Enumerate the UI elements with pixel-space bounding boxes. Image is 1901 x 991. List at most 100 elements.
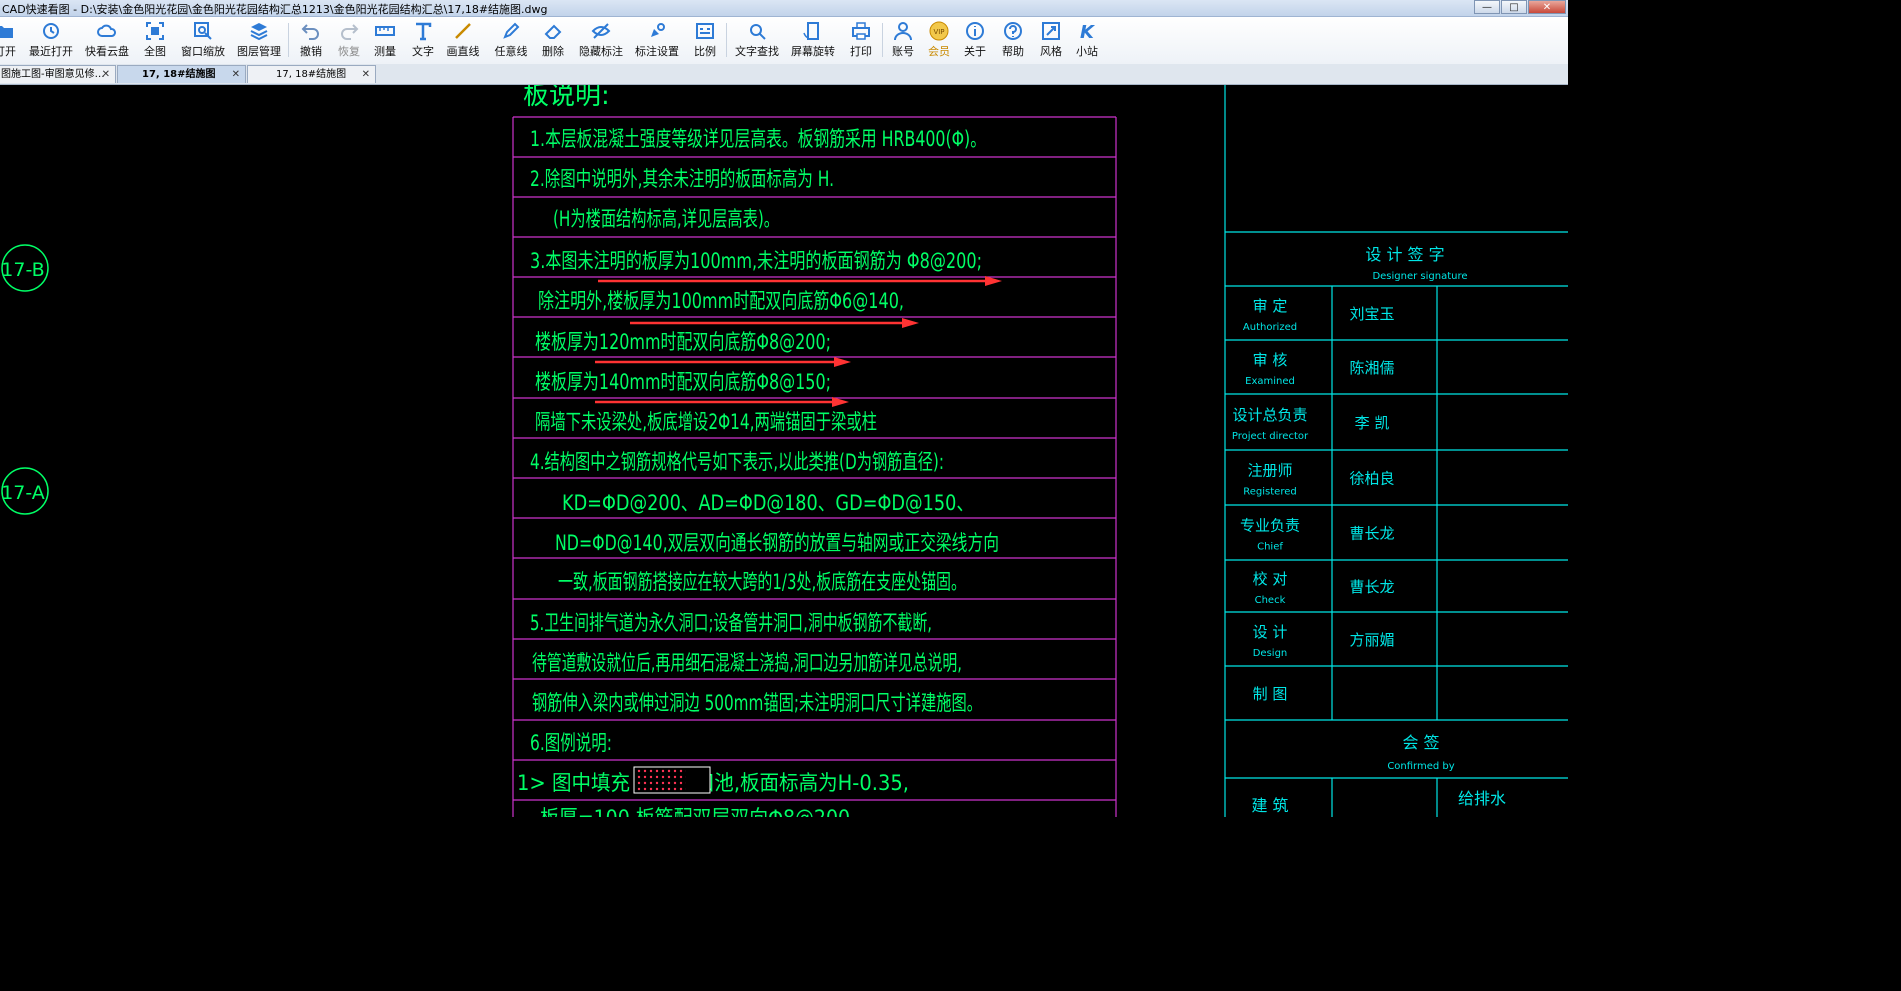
- note-line: 4.结构图中之钢筋规格代号如下表示,以此类推(D为钢筋直径):: [530, 450, 944, 474]
- toolbar-hide-annotation-button[interactable]: 隐藏标注: [578, 21, 624, 61]
- k-station-icon: K: [1080, 22, 1096, 41]
- toolbar-open-button[interactable]: 打开: [0, 21, 18, 61]
- title-block-role-en: Design: [1253, 648, 1288, 659]
- designer-signature-header: 设 计 签 字: [1365, 245, 1444, 264]
- zoom-window-icon: [194, 22, 212, 40]
- note-line: KD=ΦD@200、AD=ΦD@180、GD=ΦD@150、: [562, 491, 974, 515]
- title-block-name: 方丽媚: [1349, 631, 1394, 649]
- maximize-button[interactable]: □: [1501, 0, 1527, 14]
- help-icon: [1004, 22, 1022, 40]
- undo-icon: [301, 24, 319, 40]
- title-block-rows: 审 定 Authorized 刘宝玉审 核 Examined 陈湘儒设计总负责 Proje…: [1232, 297, 1395, 703]
- toolbar-layers-button[interactable]: 图层管理: [236, 21, 282, 61]
- title-block-role: 设 计: [1253, 623, 1288, 641]
- toolbar-help-button[interactable]: 帮助: [998, 21, 1028, 61]
- title-block-name: 曹长龙: [1349, 578, 1394, 596]
- layers-icon: [250, 23, 268, 41]
- info-icon: [966, 22, 984, 40]
- note-line: 待管道敷设就位后,再用细石混凝土浇捣,洞口边另加筋详见总说明,: [532, 651, 962, 675]
- toolbar-annotation-settings-button[interactable]: 标注设置: [634, 21, 680, 61]
- tab-close-icon[interactable]: ✕: [102, 66, 110, 83]
- tab-close-icon[interactable]: ✕: [362, 66, 370, 83]
- toolbar-text-search-button[interactable]: 文字查找: [734, 21, 780, 61]
- toolbar-scale-button[interactable]: 比例: [690, 21, 720, 61]
- scale-icon: [696, 23, 714, 39]
- toolbar-separator: [288, 23, 289, 57]
- toolbar-account-button[interactable]: 账号: [888, 21, 918, 61]
- toolbar-measure-button[interactable]: 测量: [370, 21, 400, 61]
- title-block-role-en: Chief: [1257, 542, 1283, 553]
- window-title-bar: CAD快速看图 - D:\安装\金色阳光花园\金色阳光花园结构汇总1213\金色…: [0, 0, 1568, 17]
- hatch-legend-swatch: [633, 766, 711, 794]
- minimize-button[interactable]: —: [1474, 0, 1500, 14]
- drawing-canvas[interactable]: 板说明: 1.本层板混凝土强度等级详见层高表。板钢筋采用 HRB400(Φ)。 …: [0, 85, 1568, 817]
- title-block-role: 专业负责: [1240, 517, 1300, 535]
- note-line: (H为楼面结构标高,详见层高表)。: [553, 207, 779, 231]
- title-block-role-en: Authorized: [1243, 322, 1297, 333]
- note-line: 5.卫生间排气道为永久洞口;设备管井洞口,洞中板钢筋不截断,: [530, 611, 932, 635]
- confirm-col-plumbing: 给排水: [1458, 789, 1506, 808]
- close-button[interactable]: ✕: [1528, 0, 1566, 14]
- notes-heading: 板说明:: [523, 85, 610, 111]
- window-controls: — □ ✕: [1473, 0, 1566, 14]
- hide-eye-icon: [591, 23, 611, 39]
- toolbar-vip-button[interactable]: VIP 会员: [924, 21, 954, 61]
- toolbar-rotate-button[interactable]: 屏幕旋转: [790, 21, 836, 61]
- axis-marker-17b[interactable]: 17-B: [1, 244, 49, 292]
- axis-label: 17-B: [1, 259, 44, 281]
- designer-signature-header-en: Designer signature: [1372, 271, 1467, 282]
- annotation-arrowhead: [902, 318, 919, 328]
- axis-marker-17a[interactable]: 17-A: [1, 467, 49, 515]
- vip-icon: VIP: [929, 21, 949, 41]
- note-line: 2.除图中说明外,其余未注明的板面标高为 H.: [530, 167, 834, 191]
- title-block-role: 注册师: [1247, 462, 1292, 480]
- title-block-grid: [1224, 85, 1568, 817]
- tab-close-icon[interactable]: ✕: [232, 66, 240, 83]
- toolbar-text-button[interactable]: 文字: [408, 21, 438, 61]
- style-icon: [1042, 22, 1060, 40]
- rotate-screen-icon: [803, 22, 819, 40]
- toolbar-style-button[interactable]: 风格: [1036, 21, 1066, 61]
- note-line: 3.本图未注明的板厚为100mm,未注明的板面钢筋为 Φ8@200;: [530, 249, 982, 273]
- annotation-arrowhead: [834, 357, 851, 367]
- toolbar-line-button[interactable]: 画直线: [446, 21, 480, 61]
- toolbar-zoom-window-button[interactable]: 窗口缩放: [180, 21, 226, 61]
- toolbar-undo-button[interactable]: 撤销: [296, 21, 326, 61]
- title-block-role: 审 定: [1253, 297, 1288, 315]
- document-tab-2[interactable]: 17, 18#结施图 ✕: [117, 65, 246, 83]
- document-tab-1[interactable]: 图施工图-审图意见修… ✕: [0, 65, 116, 83]
- note-line: 隔墙下未设梁处,板底增设2Φ14,两端锚固于梁或柱: [535, 410, 877, 434]
- toolbar-print-button[interactable]: 打印: [846, 21, 876, 61]
- document-tab-3[interactable]: 17, 18#结施图 ✕: [247, 65, 376, 83]
- toolbar-fit-all-button[interactable]: 全图: [140, 21, 170, 61]
- note-line: 板厚=100,板筋配双层双向Φ8@200: [540, 806, 850, 817]
- text-tool-icon: [416, 22, 432, 41]
- confirmed-by-header-en: Confirmed by: [1387, 761, 1454, 772]
- toolbar-about-button[interactable]: 关于: [960, 21, 990, 61]
- note-line: 1.本层板混凝土强度等级详见层高表。板钢筋采用 HRB400(Φ)。: [530, 127, 986, 151]
- title-block-role-en: Check: [1255, 595, 1286, 606]
- toolbar-freehand-button[interactable]: 任意线: [494, 21, 528, 61]
- notes-text-group: 1.本层板混凝土强度等级详见层高表。板钢筋采用 HRB400(Φ)。 2.除图中…: [517, 127, 999, 817]
- clock-history-icon: [43, 23, 59, 39]
- toolbar-delete-button[interactable]: 删除: [538, 21, 568, 61]
- title-block-role: 制 图: [1253, 685, 1288, 703]
- title-block-name: 刘宝玉: [1349, 305, 1394, 323]
- title-block-name: 曹长龙: [1349, 525, 1394, 543]
- note-line: 6.图例说明:: [530, 731, 612, 755]
- note-line: ND=ΦD@140,双层双向通长钢筋的放置与轴网或正交梁线方向: [555, 531, 999, 555]
- eraser-icon: [544, 24, 562, 39]
- text-search-icon: [750, 24, 766, 40]
- toolbar-station-button[interactable]: K 小站: [1072, 21, 1102, 61]
- cad-drawing: 板说明: 1.本层板混凝土强度等级详见层高表。板钢筋采用 HRB400(Φ)。 …: [1, 85, 1568, 817]
- ruler-icon: [375, 26, 395, 36]
- toolbar-separator: [726, 23, 727, 57]
- toolbar-recent-button[interactable]: 最近打开: [28, 21, 74, 61]
- title-block-role-en: Project director: [1232, 431, 1309, 442]
- title-block-role-en: Examined: [1245, 376, 1295, 387]
- pen-freehand-icon: [503, 22, 520, 39]
- toolbar-cloud-button[interactable]: 快看云盘: [84, 21, 130, 61]
- user-icon: [894, 22, 912, 41]
- title-block-role: 设计总负责: [1232, 406, 1307, 424]
- toolbar-redo-button[interactable]: 恢复: [334, 21, 364, 61]
